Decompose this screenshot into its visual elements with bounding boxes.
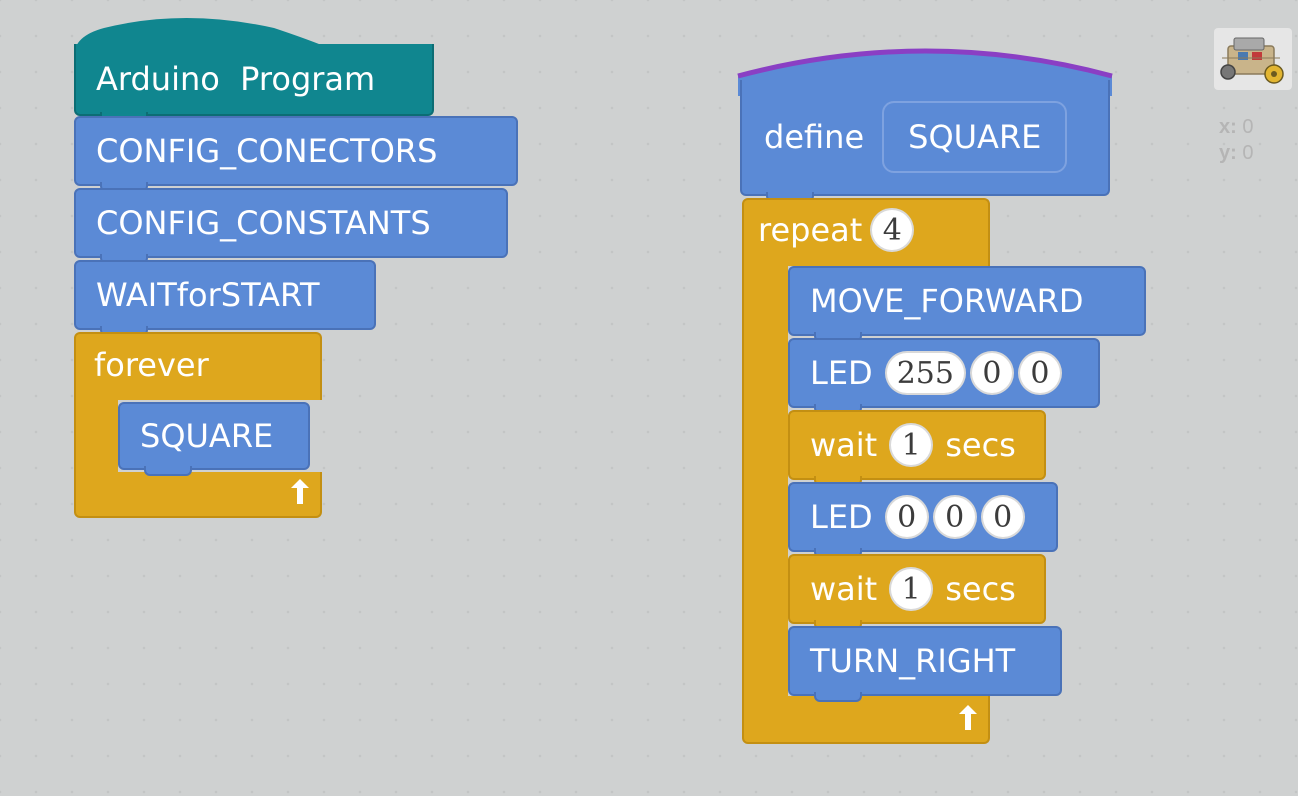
wait-label: wait	[810, 426, 878, 464]
config-constants-label: CONFIG_CONSTANTS	[96, 204, 431, 242]
loop-arrow-icon	[274, 478, 310, 516]
repeat-block-arm	[742, 264, 788, 704]
wait-block-2[interactable]: wait 1 secs	[788, 554, 1046, 630]
repeat-header: repeat 4	[758, 208, 915, 252]
repeat-label: repeat	[758, 211, 863, 249]
move-forward-block[interactable]: MOVE_FORWARD	[788, 266, 1146, 342]
forever-label: forever	[94, 346, 209, 384]
y-coord-value: 0	[1242, 142, 1254, 164]
wait-seconds-input[interactable]: 1	[889, 567, 934, 611]
led-blue-input[interactable]: 0	[980, 495, 1025, 539]
led-block-2[interactable]: LED 0 0 0	[788, 482, 1058, 558]
wait-block-1[interactable]: wait 1 secs	[788, 410, 1046, 486]
define-block[interactable]: define SQUARE	[740, 80, 1110, 202]
robot-car-icon[interactable]	[1214, 28, 1292, 90]
led-blue-input[interactable]: 0	[1017, 351, 1062, 395]
wait-for-start-label: WAITforSTART	[96, 276, 320, 314]
turn-right-block[interactable]: TURN_RIGHT	[788, 626, 1062, 702]
arduino-program-label: Arduino Program	[96, 60, 376, 98]
sprite-coordinates: x: 0 y: 0	[1219, 114, 1253, 166]
turn-right-label: TURN_RIGHT	[810, 642, 1016, 680]
square-call-block[interactable]: SQUARE	[118, 402, 310, 476]
move-forward-label: MOVE_FORWARD	[810, 282, 1084, 320]
led-red-input[interactable]: 255	[884, 351, 966, 395]
loop-arrow-icon	[942, 704, 978, 742]
led-block-1[interactable]: LED 255 0 0	[788, 338, 1100, 414]
led-label: LED	[810, 498, 873, 536]
define-name-slot[interactable]: SQUARE	[882, 101, 1068, 173]
led-red-input[interactable]: 0	[884, 495, 929, 539]
wait-seconds-input[interactable]: 1	[889, 423, 934, 467]
square-call-label: SQUARE	[140, 417, 274, 455]
forever-block-arm	[74, 398, 118, 478]
define-name-label: SQUARE	[908, 118, 1042, 156]
wait-unit-label: secs	[945, 570, 1016, 608]
define-label: define	[764, 118, 865, 156]
x-coord-label: x:	[1219, 116, 1237, 138]
repeat-count-input[interactable]: 4	[870, 208, 915, 252]
led-green-input[interactable]: 0	[969, 351, 1014, 395]
wait-for-start-block[interactable]: WAITforSTART	[74, 260, 376, 336]
wait-unit-label: secs	[945, 426, 1016, 464]
y-coord-label: y:	[1219, 142, 1237, 164]
led-label: LED	[810, 354, 873, 392]
config-constants-block[interactable]: CONFIG_CONSTANTS	[74, 188, 508, 264]
config-conectors-label: CONFIG_CONECTORS	[96, 132, 438, 170]
arduino-program-hat-block[interactable]: Arduino Program	[74, 44, 434, 122]
x-coord-value: 0	[1242, 116, 1254, 138]
config-conectors-block[interactable]: CONFIG_CONECTORS	[74, 116, 518, 192]
wait-label: wait	[810, 570, 878, 608]
led-green-input[interactable]: 0	[932, 495, 977, 539]
